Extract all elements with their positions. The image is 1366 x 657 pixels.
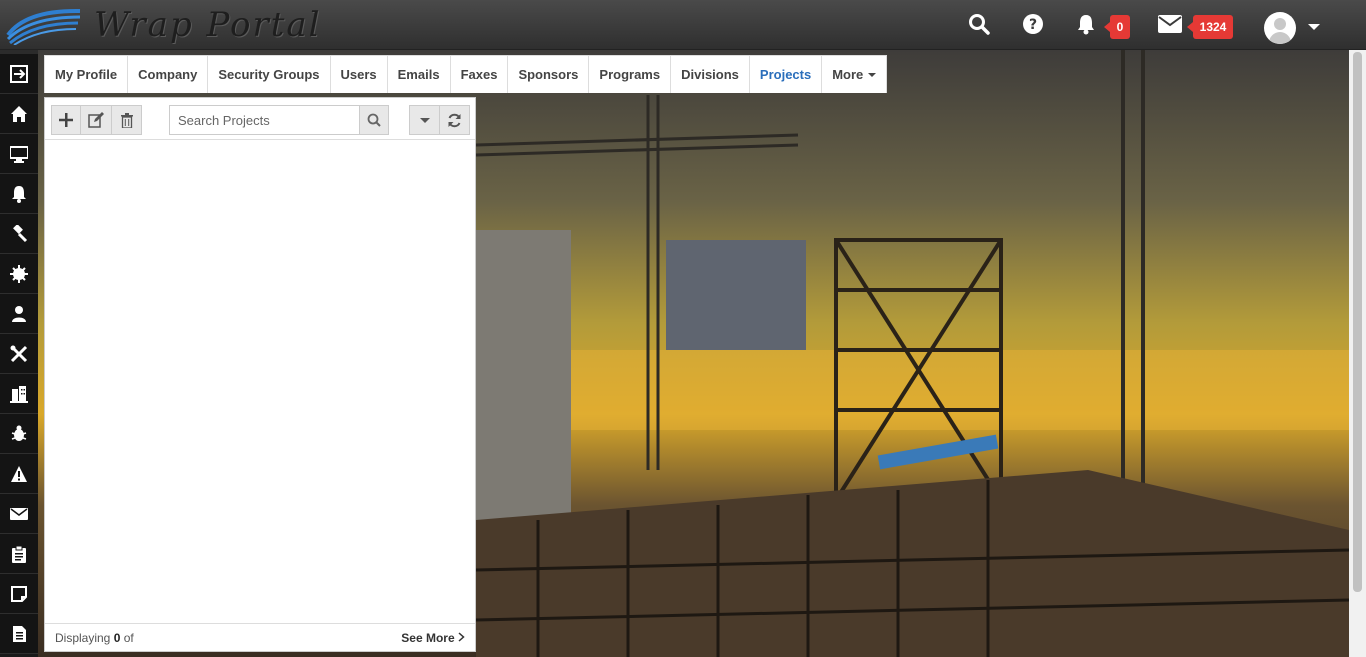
left-sidebar xyxy=(0,54,38,657)
sidebar-item-notifications[interactable] xyxy=(0,174,38,214)
refresh-icon xyxy=(448,113,461,127)
delete-project-button[interactable] xyxy=(111,105,142,135)
clipboard-icon xyxy=(12,545,26,563)
sidebar-item-desktop[interactable] xyxy=(0,134,38,174)
tab-sponsors[interactable]: Sponsors xyxy=(508,56,590,93)
user-icon xyxy=(12,305,26,322)
edit-icon xyxy=(88,112,104,128)
tab-security-groups[interactable]: Security Groups xyxy=(208,56,331,93)
search-icon[interactable] xyxy=(968,13,990,38)
sidebar-item-buildings[interactable] xyxy=(0,374,38,414)
envelope-icon xyxy=(10,507,28,520)
sidebar-item-home[interactable] xyxy=(0,94,38,134)
tab-programs[interactable]: Programs xyxy=(589,56,672,93)
scrollbar-thumb[interactable] xyxy=(1353,52,1362,592)
sidebar-item-tools[interactable] xyxy=(0,334,38,374)
bug-icon xyxy=(11,425,27,441)
notifications-badge[interactable]: 0 xyxy=(1104,15,1130,39)
sidebar-item-documents[interactable] xyxy=(0,614,38,654)
gavel-icon xyxy=(13,224,28,242)
sidebar-item-clipboard[interactable] xyxy=(0,534,38,574)
sidebar-item-certificates[interactable] xyxy=(0,254,38,294)
messages-badge[interactable]: 1324 xyxy=(1187,15,1233,39)
bell-icon[interactable] xyxy=(1075,13,1097,38)
user-menu-caret-icon[interactable] xyxy=(1308,24,1320,30)
plus-icon xyxy=(59,113,73,127)
tab-more-label: More xyxy=(832,67,864,82)
display-count: Displaying 0 of xyxy=(55,631,134,645)
warning-icon xyxy=(11,465,27,482)
tab-divisions[interactable]: Divisions xyxy=(671,56,750,93)
projects-footer: Displaying 0 of See More xyxy=(45,623,475,651)
display-count-value: 0 xyxy=(113,631,121,645)
projects-panel: Displaying 0 of See More xyxy=(44,97,476,652)
search-icon xyxy=(367,113,381,127)
home-icon xyxy=(11,105,27,122)
logo-text: Wrap Portal xyxy=(94,5,322,45)
tab-emails[interactable]: Emails xyxy=(387,56,451,93)
page-scrollbar[interactable] xyxy=(1349,50,1366,657)
logo[interactable]: Wrap Portal xyxy=(6,2,322,48)
add-project-button[interactable] xyxy=(51,105,81,135)
tab-company[interactable]: Company xyxy=(128,56,209,93)
document-icon xyxy=(13,625,26,642)
certificate-icon xyxy=(10,264,28,283)
tab-my-profile[interactable]: My Profile xyxy=(45,56,129,93)
desktop-icon xyxy=(10,145,28,163)
bell-icon xyxy=(12,185,26,203)
svg-text:?: ? xyxy=(1029,17,1037,33)
avatar[interactable] xyxy=(1264,12,1296,44)
chevron-down-icon xyxy=(419,117,430,123)
logo-mark-icon xyxy=(6,8,81,45)
tab-users[interactable]: Users xyxy=(330,56,388,93)
tab-projects[interactable]: Projects xyxy=(749,56,823,93)
edit-project-button[interactable] xyxy=(80,105,112,135)
tools-icon xyxy=(10,345,28,362)
tab-faxes[interactable]: Faxes xyxy=(450,56,509,93)
see-more-label: See More xyxy=(401,631,455,645)
envelope-icon[interactable] xyxy=(1158,15,1182,36)
sidebar-item-notes[interactable] xyxy=(0,574,38,614)
refresh-button[interactable] xyxy=(439,105,470,135)
sidebar-item-users[interactable] xyxy=(0,294,38,334)
display-prefix: Displaying xyxy=(55,631,111,645)
trash-icon xyxy=(120,112,133,128)
search-button[interactable] xyxy=(359,105,389,135)
display-suffix: of xyxy=(123,631,134,645)
main-tabs: My Profile Company Security Groups Users… xyxy=(44,55,888,93)
sidebar-item-mail[interactable] xyxy=(0,494,38,534)
chevron-down-icon xyxy=(868,72,877,77)
chevron-right-icon xyxy=(458,632,465,642)
see-more-link[interactable]: See More xyxy=(401,631,465,645)
sidebar-item-alerts[interactable] xyxy=(0,454,38,494)
sidebar-item-issues[interactable] xyxy=(0,414,38,454)
tab-more[interactable]: More xyxy=(822,56,887,93)
sidebar-item-legal[interactable] xyxy=(0,214,38,254)
filter-dropdown-button[interactable] xyxy=(409,105,440,135)
projects-toolbar xyxy=(45,98,475,140)
top-navbar: Wrap Portal ? 0 1324 xyxy=(0,0,1366,50)
sidebar-item-logout[interactable] xyxy=(0,54,38,94)
sticky-note-icon xyxy=(11,585,27,602)
search-projects-input[interactable] xyxy=(169,105,360,135)
building-icon xyxy=(10,385,28,403)
sign-out-icon xyxy=(10,64,28,83)
help-icon[interactable]: ? xyxy=(1022,13,1044,38)
